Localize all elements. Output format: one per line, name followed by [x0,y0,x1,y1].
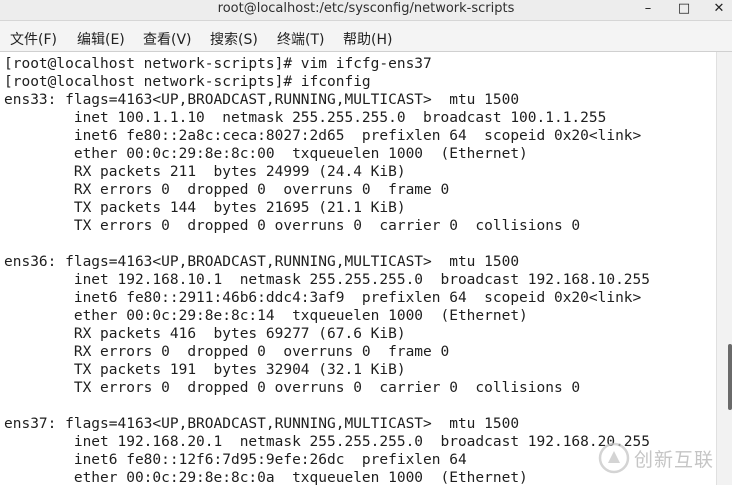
terminal-line: TX errors 0 dropped 0 overruns 0 carrier… [4,380,581,396]
minimize-button[interactable]: – [636,0,660,20]
menu-terminal[interactable]: 终端(T) [277,29,324,49]
scrollbar-thumb[interactable] [728,344,732,410]
terminal-line: ether 00:0c:29:8e:8c:00 txqueuelen 1000 … [4,146,528,162]
watermark-logo-icon [598,442,630,474]
terminal-line: inet 192.168.10.1 netmask 255.255.255.0 … [4,272,651,288]
menu-view[interactable]: 查看(V) [143,29,192,49]
window-title: root@localhost:/etc/sysconfig/network-sc… [217,1,515,16]
terminal-scrollbar[interactable] [716,52,732,485]
menu-edit[interactable]: 编辑(E) [77,29,125,49]
terminal-line: RX errors 0 dropped 0 overruns 0 frame 0 [4,182,450,198]
terminal-line: RX errors 0 dropped 0 overruns 0 frame 0 [4,344,450,360]
terminal-line: ens37: flags=4163<UP,BROADCAST,RUNNING,M… [4,416,520,432]
terminal-line: [root@localhost network-scripts]# vim if… [4,56,432,72]
menu-search[interactable]: 搜索(S) [210,29,258,49]
terminal-line: ether 00:0c:29:8e:8c:0a txqueuelen 1000 … [4,470,528,485]
menu-help[interactable]: 帮助(H) [343,29,392,49]
terminal-line: [root@localhost network-scripts]# ifconf… [4,74,371,90]
close-button[interactable]: ✕ [707,0,731,20]
terminal-line: inet6 fe80::12f6:7d95:9efe:26dc prefixle… [4,452,467,468]
terminal-line: inet6 fe80::2a8c:ceca:8027:2d65 prefixle… [4,128,642,144]
watermark-text: 创新互联 [634,449,715,471]
terminal-line: ens33: flags=4163<UP,BROADCAST,RUNNING,M… [4,92,520,108]
terminal-line: TX errors 0 dropped 0 overruns 0 carrier… [4,218,581,234]
terminal-line: ether 00:0c:29:8e:8c:14 txqueuelen 1000 … [4,308,528,324]
terminal-output[interactable]: [root@localhost network-scripts]# vim if… [0,52,716,485]
terminal-line: ens36: flags=4163<UP,BROADCAST,RUNNING,M… [4,254,520,270]
watermark: 创新互联 [598,440,732,476]
terminal-line: inet 192.168.20.1 netmask 255.255.255.0 … [4,434,651,450]
terminal-line: TX packets 191 bytes 32904 (32.1 KiB) [4,362,406,378]
terminal-line: TX packets 144 bytes 21695 (21.1 KiB) [4,200,406,216]
terminal-line: RX packets 211 bytes 24999 (24.4 KiB) [4,164,406,180]
terminal-line: inet6 fe80::2911:46b6:ddc4:3af9 prefixle… [4,290,642,306]
window-titlebar[interactable]: root@localhost:/etc/sysconfig/network-sc… [0,0,732,21]
menu-file[interactable]: 文件(F) [10,29,57,49]
maximize-button[interactable]: □ [672,0,696,20]
menubar: 文件(F) 编辑(E) 查看(V) 搜索(S) 终端(T) 帮助(H) [0,21,732,52]
terminal-line: inet 100.1.1.10 netmask 255.255.255.0 br… [4,110,607,126]
terminal-line: RX packets 416 bytes 69277 (67.6 KiB) [4,326,406,342]
